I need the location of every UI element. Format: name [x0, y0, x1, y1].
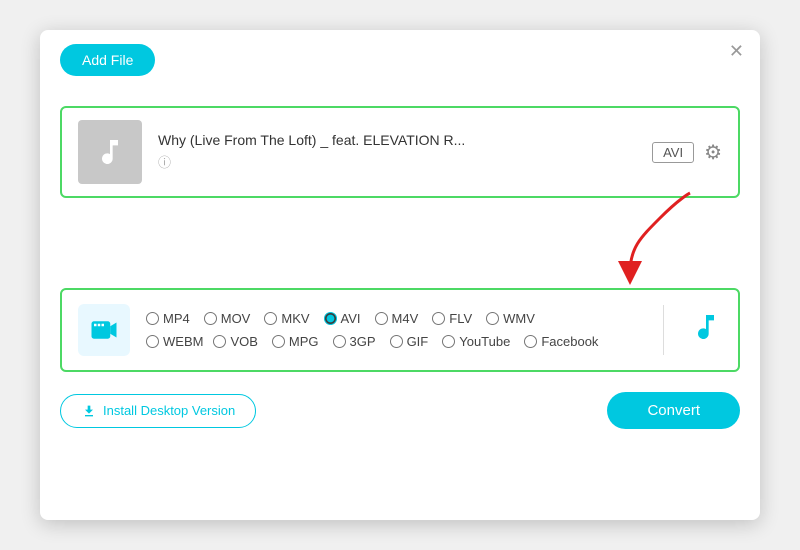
settings-gear-button[interactable]: ⚙ — [704, 140, 722, 165]
format-option-mkv[interactable]: MKV — [264, 311, 309, 326]
convert-button[interactable]: Convert — [607, 392, 740, 429]
file-info: Why (Live From The Loft) _ feat. ELEVATI… — [158, 132, 652, 172]
info-icon[interactable]: ⓘ — [158, 155, 171, 170]
install-desktop-button[interactable]: Install Desktop Version — [60, 394, 256, 428]
format-selection-box: MP4 MOV MKV AVI M4V FLV WM — [60, 288, 740, 372]
arrow-indicator — [600, 188, 720, 288]
format-option-gif[interactable]: GIF — [390, 334, 429, 349]
add-file-button[interactable]: Add File — [60, 44, 155, 76]
format-option-mpg[interactable]: MPG — [272, 334, 319, 349]
format-badge: AVI — [652, 142, 694, 163]
audio-format-icon[interactable] — [690, 311, 722, 350]
music-thumbnail — [78, 120, 142, 184]
music-note-icon — [94, 136, 126, 168]
arrow-container — [60, 198, 740, 288]
install-label: Install Desktop Version — [103, 403, 235, 418]
file-actions: AVI ⚙ — [652, 140, 722, 165]
format-option-mov[interactable]: MOV — [204, 311, 251, 326]
format-option-avi[interactable]: AVI — [324, 311, 361, 326]
close-button[interactable]: ✕ — [729, 42, 744, 60]
format-divider — [663, 305, 664, 355]
format-option-3gp[interactable]: 3GP — [333, 334, 376, 349]
file-title: Why (Live From The Loft) _ feat. ELEVATI… — [158, 132, 652, 148]
format-option-youtube[interactable]: YouTube — [442, 334, 510, 349]
main-dialog: ✕ Add File Why (Live From The Loft) _ fe… — [40, 30, 760, 520]
format-row-2: WEBM VOB MPG 3GP GIF YouTube — [146, 334, 641, 349]
format-grid: MP4 MOV MKV AVI M4V FLV WM — [146, 311, 641, 349]
video-icon-box — [78, 304, 130, 356]
format-option-mp4[interactable]: MP4 — [146, 311, 190, 326]
format-option-wmv[interactable]: WMV — [486, 311, 535, 326]
format-option-vob[interactable]: VOB — [213, 334, 257, 349]
video-format-icon — [89, 315, 119, 345]
format-option-facebook[interactable]: Facebook — [524, 334, 598, 349]
format-option-flv[interactable]: FLV — [432, 311, 472, 326]
download-icon — [81, 403, 97, 419]
format-row-1: MP4 MOV MKV AVI M4V FLV WM — [146, 311, 641, 326]
footer: Install Desktop Version Convert — [60, 392, 740, 429]
format-option-webm[interactable]: WEBM — [146, 334, 203, 349]
format-option-m4v[interactable]: M4V — [375, 311, 419, 326]
file-item-box: Why (Live From The Loft) _ feat. ELEVATI… — [60, 106, 740, 198]
